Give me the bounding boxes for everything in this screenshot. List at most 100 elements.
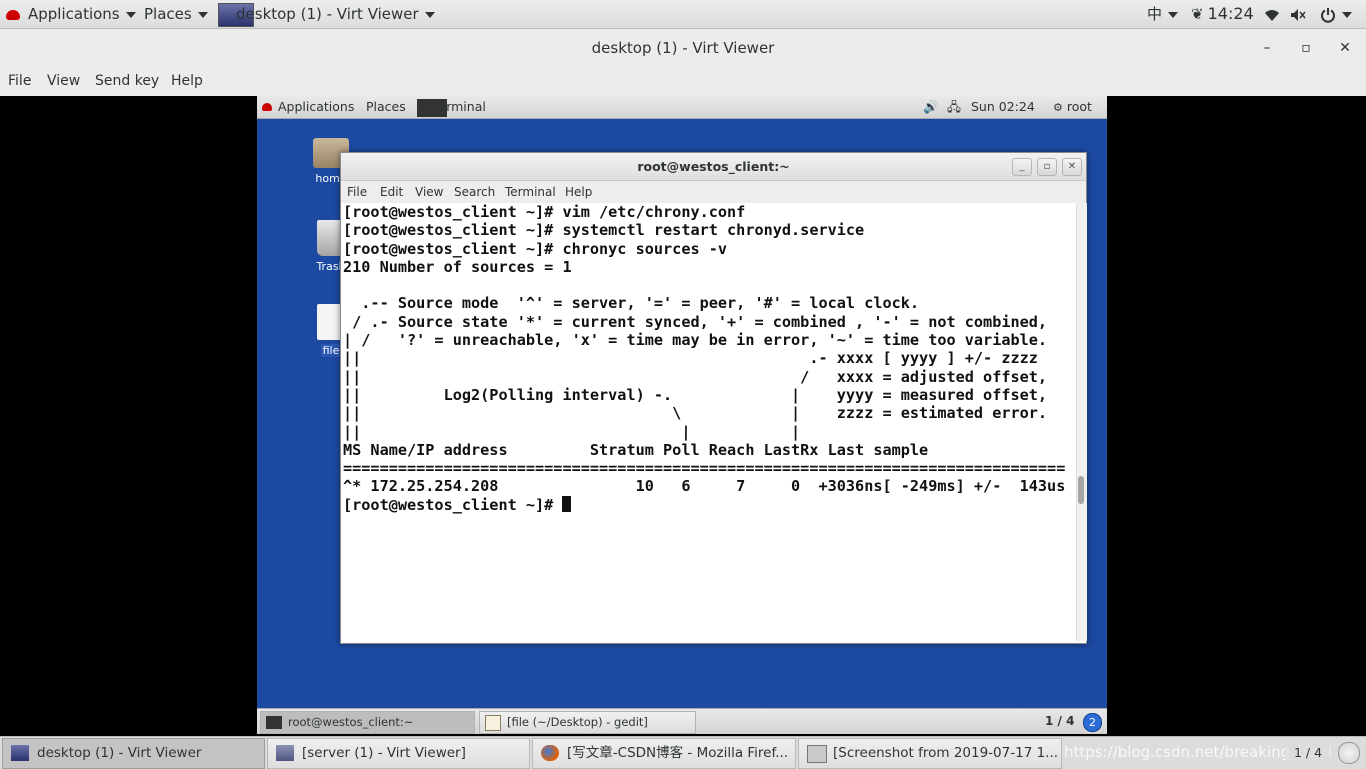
notification-badge-icon[interactable]: 2 xyxy=(1083,713,1102,732)
guest-bottom-panel: root@westos_client:~ [file (~/Desktop) -… xyxy=(257,708,1107,734)
terminal-line: .-- Source mode '^' = server, '=' = peer… xyxy=(343,294,920,313)
host-workspace-indicator[interactable]: 1 / 4 xyxy=(1286,743,1330,763)
guest-applications-menu[interactable]: Applications xyxy=(262,96,354,118)
redhat-icon xyxy=(6,9,20,20)
host-task-firefox[interactable]: [写文章-CSDN博客 - Mozilla Firef... xyxy=(532,738,796,769)
user-icon: ⚙ xyxy=(1053,101,1063,114)
chevron-down-icon xyxy=(197,11,208,18)
terminal-minimize-button[interactable]: _ xyxy=(1012,158,1032,176)
terminal-line: [root@westos_client ~]# systemctl restar… xyxy=(343,221,865,240)
guest-task-gedit-label: [file (~/Desktop) - gedit] xyxy=(507,715,648,729)
terminal-line: || \ | zzzz = estimated error. xyxy=(343,404,1048,423)
clock[interactable]: ❦ 14:24 xyxy=(1191,0,1254,28)
guest-top-panel: Applications Places Terminal 🔊 🖧 Sun 02:… xyxy=(257,96,1107,119)
window-titlebar[interactable]: desktop (1) - Virt Viewer – ▫ ✕ xyxy=(0,29,1366,67)
wifi-icon[interactable] xyxy=(1264,0,1280,28)
chevron-down-icon xyxy=(1342,11,1352,18)
guest-workspace-indicator[interactable]: 1 / 4 xyxy=(1045,709,1074,734)
guest-task-terminal-label: root@westos_client:~ xyxy=(288,715,414,729)
terminal-close-button[interactable]: ✕ xyxy=(1062,158,1082,176)
terminal-menubar: File Edit View Search Terminal Help xyxy=(341,181,1086,203)
terminal-line: | / '?' = unreachable, 'x' = time may be… xyxy=(343,331,1048,350)
ime-tool-icon: ❦ xyxy=(1191,5,1204,23)
guest-task-terminal[interactable]: root@westos_client:~ xyxy=(260,711,475,734)
guest-applications-label: Applications xyxy=(278,99,355,114)
image-viewer-icon xyxy=(807,745,827,763)
applications-menu[interactable]: Applications xyxy=(6,0,136,28)
terminal-menu-edit[interactable]: Edit xyxy=(380,181,403,203)
guest-volume-icon[interactable]: 🔊 xyxy=(923,96,939,118)
host-task-label: [写文章-CSDN博客 - Mozilla Firef... xyxy=(567,745,789,761)
guest-network-icon[interactable]: 🖧 xyxy=(947,96,961,118)
clock-time: 14:24 xyxy=(1207,4,1254,23)
power-menu[interactable] xyxy=(1320,0,1352,28)
window-title: desktop (1) - Virt Viewer xyxy=(591,39,775,57)
menu-send-key[interactable]: Send key xyxy=(95,67,159,96)
terminal-line: || / xxxx = adjusted offset, xyxy=(343,367,1048,386)
host-task-desktop-viewer[interactable]: desktop (1) - Virt Viewer xyxy=(2,738,265,769)
chevron-down-icon xyxy=(125,11,136,18)
host-bottom-panel: desktop (1) - Virt Viewer [server (1) - … xyxy=(0,736,1366,769)
text-editor-icon xyxy=(485,714,501,731)
menu-file[interactable]: File xyxy=(8,67,31,96)
close-button[interactable]: ✕ xyxy=(1335,38,1355,58)
guest-places-menu[interactable]: Places xyxy=(366,96,406,118)
chevron-down-icon xyxy=(424,11,435,18)
terminal-output[interactable]: [root@westos_client ~]# vim /etc/chrony.… xyxy=(341,203,1076,641)
terminal-title: root@westos_client:~ xyxy=(637,159,790,174)
menubar: File View Send key Help xyxy=(0,67,1366,96)
terminal-line: [root@westos_client ~]# vim /etc/chrony.… xyxy=(343,203,746,221)
host-task-label: [server (1) - Virt Viewer] xyxy=(302,745,466,761)
firefox-icon xyxy=(541,745,559,761)
window-list-label: desktop (1) - Virt Viewer xyxy=(236,5,419,23)
monitor-icon xyxy=(276,745,294,761)
terminal-line: 210 Number of sources = 1 xyxy=(343,257,572,276)
input-method-indicator[interactable]: 中 xyxy=(1147,0,1179,28)
terminal-menu-file[interactable]: File xyxy=(347,181,367,203)
guest-task-gedit[interactable]: [file (~/Desktop) - gedit] xyxy=(479,711,696,734)
terminal-menu-view[interactable]: View xyxy=(415,181,443,203)
chevron-down-icon xyxy=(1168,11,1179,18)
terminal-text: [root@westos_client ~]# vim /etc/chrony.… xyxy=(343,203,1065,514)
menu-help[interactable]: Help xyxy=(171,67,203,96)
minimize-button[interactable]: – xyxy=(1257,38,1277,58)
terminal-menu-terminal[interactable]: Terminal xyxy=(505,181,556,203)
terminal-line: MS Name/IP address Stratum Poll Reach La… xyxy=(343,440,929,459)
guest-user-label: root xyxy=(1066,99,1092,114)
guest-display[interactable]: Applications Places Terminal 🔊 🖧 Sun 02:… xyxy=(257,96,1107,734)
terminal-scrollbar[interactable] xyxy=(1076,203,1087,641)
menu-view[interactable]: View xyxy=(47,67,80,96)
redhat-icon xyxy=(262,103,272,111)
terminal-window[interactable]: root@westos_client:~ _ ▫ ✕ File Edit Vie… xyxy=(340,152,1087,644)
workspace-switcher-icon[interactable] xyxy=(1338,742,1360,764)
guest-terminal-label: Terminal xyxy=(433,99,486,114)
text-cursor xyxy=(562,495,572,512)
host-task-server-viewer[interactable]: [server (1) - Virt Viewer] xyxy=(267,738,530,769)
terminal-line: || .- xxxx [ yyyy ] +/- zzzz xyxy=(343,349,1038,368)
host-task-screenshot[interactable]: [Screenshot from 2019-07-17 1... xyxy=(798,738,1062,769)
terminal-line: [root@westos_client ~]# chronyc sources … xyxy=(343,239,728,258)
terminal-scrollbar-thumb[interactable] xyxy=(1078,476,1084,504)
host-task-label: [Screenshot from 2019-07-17 1... xyxy=(833,745,1059,761)
terminal-titlebar[interactable]: root@westos_client:~ _ ▫ ✕ xyxy=(341,153,1086,181)
host-top-panel: Applications Places desktop (1) - Virt V… xyxy=(0,0,1366,29)
terminal-line: || | | xyxy=(343,422,801,441)
ime-label: 中 xyxy=(1147,5,1163,23)
terminal-maximize-button[interactable]: ▫ xyxy=(1037,158,1057,176)
terminal-prompt: [root@westos_client ~]# xyxy=(343,495,563,514)
terminal-menu-search[interactable]: Search xyxy=(454,181,495,203)
terminal-line: / .- Source state '*' = current synced, … xyxy=(343,312,1048,331)
terminal-line: ^* 172.25.254.208 10 6 7 0 +3036ns[ -249… xyxy=(343,477,1066,496)
volume-icon[interactable] xyxy=(1290,0,1306,28)
places-menu[interactable]: Places xyxy=(144,0,208,28)
terminal-line: ========================================… xyxy=(343,459,1066,478)
window-list-menu[interactable]: desktop (1) - Virt Viewer xyxy=(218,0,435,28)
places-label: Places xyxy=(144,5,192,23)
maximize-button[interactable]: ▫ xyxy=(1296,38,1316,58)
guest-user-menu[interactable]: ⚙ root xyxy=(1053,96,1092,119)
guest-clock[interactable]: Sun 02:24 xyxy=(971,96,1035,118)
terminal-menu-help[interactable]: Help xyxy=(565,181,592,203)
power-icon xyxy=(1321,7,1335,23)
monitor-icon xyxy=(11,745,29,761)
guest-terminal-task[interactable]: Terminal xyxy=(417,96,486,118)
